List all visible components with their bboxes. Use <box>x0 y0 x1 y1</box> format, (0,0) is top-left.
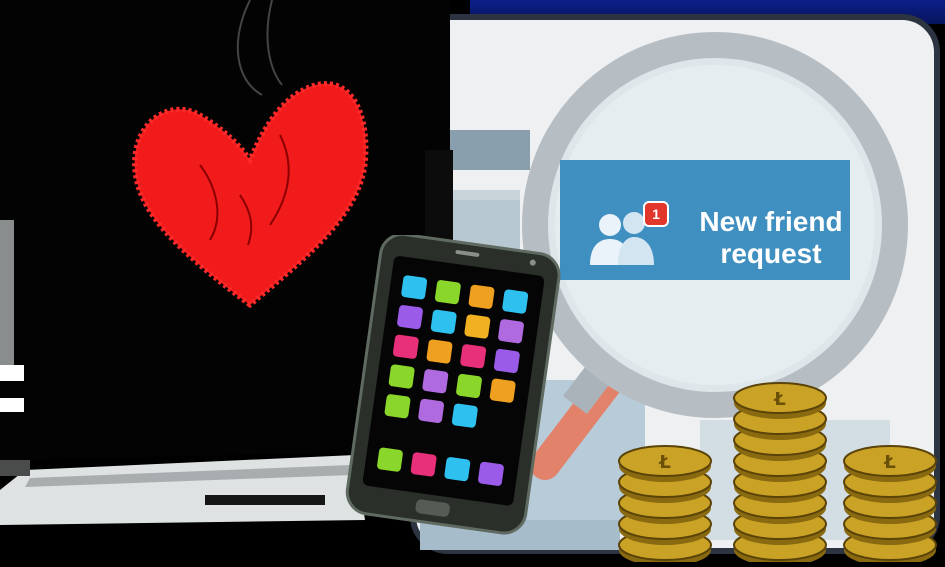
coin-icon: Ł <box>733 382 827 419</box>
coin-symbol: Ł <box>773 389 786 410</box>
app-icon <box>468 284 495 309</box>
app-icon <box>493 348 520 374</box>
dock-app-icon <box>478 461 504 486</box>
app-icon <box>418 398 445 423</box>
app-icon <box>464 314 491 339</box>
friend-request-line1: New friend <box>699 206 843 237</box>
app-icon <box>434 280 461 305</box>
app-icon <box>502 289 529 314</box>
app-icon <box>456 373 482 399</box>
dock-app-icon <box>444 457 471 482</box>
friend-request-line2: request <box>720 238 822 269</box>
coin-icon: Ł <box>618 445 712 482</box>
app-icon <box>426 339 453 364</box>
app-icon <box>397 305 423 330</box>
heart-icon <box>130 75 370 310</box>
dock-app-icon <box>377 447 403 472</box>
app-icon <box>498 319 524 344</box>
app-icon <box>460 344 487 369</box>
app-icon <box>401 275 428 300</box>
app-icon <box>392 334 419 359</box>
app-icon <box>388 364 415 389</box>
smartphone <box>345 232 565 540</box>
collage-scene: 1 New friend request Ł Ł Ł <box>0 0 945 566</box>
app-icon <box>430 309 457 334</box>
app-icon <box>451 403 478 428</box>
app-icon <box>489 378 516 403</box>
notification-badge: 1 <box>643 201 669 227</box>
coin-stacks: Ł Ł Ł <box>615 360 945 567</box>
dock-app-icon <box>410 452 437 477</box>
app-icon <box>384 394 411 419</box>
coin-symbol: Ł <box>658 452 671 473</box>
app-icon <box>422 369 449 394</box>
coin-icon: Ł <box>843 445 937 482</box>
coin-symbol: Ł <box>883 452 896 473</box>
friend-request-text: New friend request <box>676 206 866 270</box>
